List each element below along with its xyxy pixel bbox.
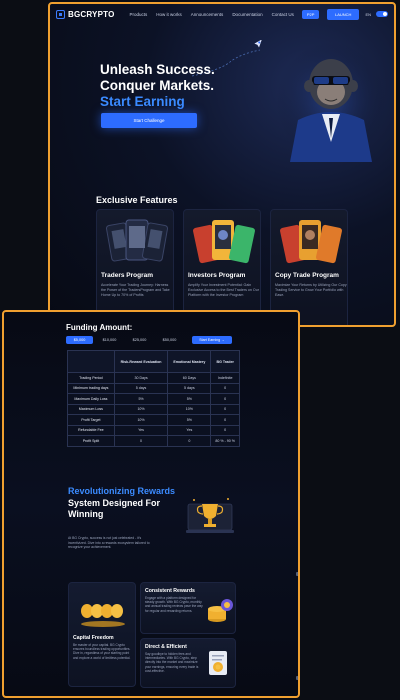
- funding-rewards-section: Funding Amount: $5,000 $10,000 $25,000 $…: [2, 310, 300, 698]
- table-cell: Indefinite: [210, 372, 240, 384]
- reward-desc-capital-freedom: Be master of your capital. BG Crypto ens…: [73, 643, 131, 660]
- logo-icon: [56, 9, 65, 19]
- table-cell: 0: [210, 382, 240, 394]
- hero-line-1: Unleash Success.: [100, 62, 215, 77]
- table-row: Trading Period 30 Days 60 Days Indefinite: [67, 372, 240, 384]
- feature-desc-traders: Accelerate Your Trading Journey: Harness…: [101, 283, 170, 297]
- launch-button[interactable]: LAUNCH: [326, 8, 360, 20]
- table-cell: 30 Days: [113, 372, 169, 384]
- start-earning-button[interactable]: Start Earning →: [192, 336, 232, 344]
- coin-stack-image: [208, 599, 233, 622]
- nav-link-announcements[interactable]: Announcements: [191, 12, 224, 17]
- start-challenge-button[interactable]: Start Challenge: [101, 113, 197, 128]
- feature-name-investors: Investors Program: [188, 272, 246, 279]
- table-cell: 0: [210, 424, 240, 436]
- carousel-marker: [296, 676, 298, 680]
- table-row: Maximum Loss 10% 10% 0: [67, 403, 240, 415]
- table-cell: 0: [113, 435, 169, 447]
- table-row-label: Refundable Fee: [67, 424, 115, 436]
- table-row-label: Minimum trading days: [67, 382, 115, 394]
- table-row: Profit Target 10% 5% 0: [67, 414, 240, 426]
- funding-tab-50000[interactable]: $50,000: [156, 336, 183, 344]
- funding-comparison-table: Risk-Reward Evaluation Emotional Mastery…: [67, 350, 240, 447]
- reward-desc-consistent: Engage with a platform designed for stea…: [145, 596, 203, 613]
- reward-desc-direct: Say goodbye to hidden fees and intermedi…: [145, 652, 199, 673]
- table-header-row: Risk-Reward Evaluation Emotional Mastery…: [67, 350, 240, 373]
- reward-title-direct: Direct & Efficient: [145, 644, 187, 650]
- hero-line-2: Conquer Markets.: [100, 78, 215, 93]
- table-row-label: Profit Target: [67, 414, 115, 426]
- table-cell: Yes: [113, 424, 169, 436]
- reward-card-direct[interactable]: Direct & Efficient Say goodbye to hidden…: [140, 638, 236, 688]
- investor-phones-image: [193, 220, 255, 264]
- top-navbar: BGCRYPTO Products How it works Announcem…: [50, 4, 394, 24]
- nav-link-how-it-works[interactable]: How it works: [156, 12, 182, 17]
- brand-name: BGCRYPTO: [68, 9, 115, 19]
- p2p-button[interactable]: P2P: [301, 9, 320, 19]
- table-row: Refundable Fee Yes Yes 0: [67, 424, 240, 436]
- ape-mascot-image: [276, 42, 386, 162]
- copy-trade-phones-image: [280, 220, 342, 264]
- nav-link-products[interactable]: Products: [130, 12, 148, 17]
- table-row-label: Maximum Daily Loss: [67, 393, 115, 405]
- table-cell: 10%: [113, 403, 169, 415]
- funding-amount-tabs: $5,000 $10,000 $25,000 $50,000 Start Ear…: [66, 336, 232, 344]
- language-selector[interactable]: EN: [365, 12, 371, 17]
- table-cell: 60 Days: [167, 372, 212, 384]
- table-row-label: Trading Period: [67, 372, 115, 384]
- rewards-headline-rest: System Designed For Winning: [68, 497, 161, 520]
- table-cell: 5%: [167, 393, 212, 405]
- table-cell: 5%: [113, 393, 169, 405]
- document-coin-image: [209, 651, 227, 675]
- table-cell: 80 % - 90 %: [210, 435, 240, 447]
- hero-line-3: Start Earning: [100, 94, 185, 109]
- table-row-label: Profit Split: [67, 435, 115, 447]
- rewards-description: At BG Crypto, success is not just celebr…: [68, 536, 150, 550]
- hero-headline: Unleash Success. Conquer Markets. Start …: [100, 62, 215, 110]
- trading-phones-image: [106, 219, 168, 262]
- theme-toggle[interactable]: [376, 11, 388, 17]
- table-row: Maximum Daily Loss 5% 5% 0: [67, 393, 240, 405]
- table-cell: 5 days: [167, 382, 212, 394]
- trophy-image: [186, 498, 234, 533]
- nav-link-documentation[interactable]: Documentation: [232, 12, 262, 17]
- rewards-headline-accent: Revolutionizing Rewards: [68, 486, 176, 496]
- reward-title-consistent: Consistent Rewards: [145, 588, 195, 594]
- feature-name-copy-trade: Copy Trade Program: [275, 272, 339, 279]
- table-cell: 0: [210, 403, 240, 415]
- table-cell: Yes: [167, 424, 212, 436]
- table-cell: 10%: [113, 414, 169, 426]
- reward-card-consistent[interactable]: Consistent Rewards Engage with a platfor…: [140, 582, 236, 634]
- funding-tab-10000[interactable]: $10,000: [96, 336, 123, 344]
- table-row-label: Maximum Loss: [67, 403, 115, 415]
- funding-tab-25000[interactable]: $25,000: [126, 336, 153, 344]
- table-header-empty: [67, 350, 115, 373]
- table-cell: 5%: [167, 414, 212, 426]
- feature-name-traders: Traders Program: [101, 272, 154, 279]
- table-cell: 0: [210, 393, 240, 405]
- table-cell: 5 days: [113, 382, 169, 394]
- landing-hero-section: BGCRYPTO Products How it works Announcem…: [48, 2, 396, 327]
- table-header-emotional: Emotional Mastery: [167, 350, 212, 373]
- table-header-bg-trader: BG Trader: [210, 350, 240, 373]
- feature-desc-investors: Amplify Your Investment Potential: Gain …: [188, 283, 259, 297]
- funding-tab-5000[interactable]: $5,000: [66, 336, 93, 344]
- table-row: Minimum trading days 5 days 5 days 0: [67, 382, 240, 394]
- coins-image: [81, 604, 125, 627]
- reward-card-capital-freedom[interactable]: Capital Freedom Be master of your capita…: [68, 582, 136, 687]
- feature-desc-copy-trade: Maximize Your Returns by Utilizing Our C…: [275, 283, 347, 297]
- table-cell: 0: [210, 414, 240, 426]
- carousel-marker: [296, 572, 298, 576]
- funding-title: Funding Amount:: [66, 323, 133, 332]
- nav-link-contact[interactable]: Contact Us: [272, 12, 294, 17]
- nav-links: Products How it works Announcements Docu…: [130, 12, 294, 17]
- table-cell: 0: [167, 435, 212, 447]
- table-cell: 10%: [167, 403, 212, 415]
- brand-logo[interactable]: BGCRYPTO: [56, 9, 115, 19]
- table-header-risk-reward: Risk-Reward Evaluation: [113, 350, 169, 373]
- features-section-title: Exclusive Features: [96, 195, 178, 205]
- rewards-headline: Revolutionizing Rewards System Designed …: [68, 486, 188, 521]
- table-row: Profit Split 0 0 80 % - 90 %: [67, 435, 240, 447]
- reward-title-capital-freedom: Capital Freedom: [73, 635, 114, 641]
